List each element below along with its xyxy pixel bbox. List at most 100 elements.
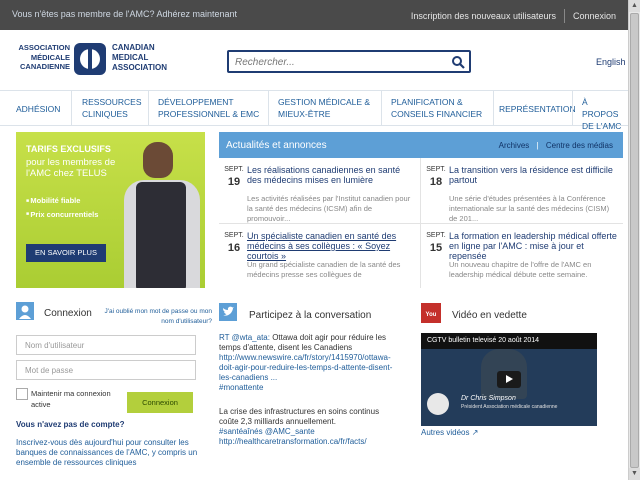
logo-line: ASSOCIATION [112,63,167,72]
nav-item-membership[interactable]: ADHÉSION [16,103,66,115]
more-videos-link[interactable]: Autres vidéos ↗ [421,428,478,437]
nav-item-advocacy[interactable]: REPRÉSENTATION [499,103,579,115]
login-title: Connexion [44,308,92,319]
nav-item-financial-planning[interactable]: PLANIFICATION & CONSEILS FINANCIER [391,96,491,120]
news-date: SEPT. 15 [426,232,446,254]
news-headline[interactable]: La transition vers la résidence est diff… [449,165,617,185]
join-link[interactable]: Vous n'êtes pas membre de l'AMC? Adhérez… [12,9,237,19]
password-placeholder: Mot de passe [25,366,74,375]
video-title: Vidéo en vedette [452,310,527,321]
remember-label: Maintenir ma connexion active [31,389,111,409]
logo-line: ASSOCIATION [18,43,70,52]
cma-logo[interactable]: ASSOCIATION MÉDICALE CANADIENNE CANADIAN… [16,43,186,77]
news-header: Actualités et annonces Archives | Centre… [219,132,623,158]
video-speaker: Dr Chris Simpson [461,395,516,402]
learn-more-button[interactable]: EN SAVOIR PLUS [26,244,106,262]
login-button[interactable]: Connexion [127,392,193,413]
scroll-down-arrow-icon[interactable]: ▼ [629,468,640,480]
logo-line: MEDICAL [112,53,149,62]
news-date: SEPT. 19 [224,166,244,188]
nav-divider [493,91,494,125]
logo-french-text: ASSOCIATION MÉDICALE CANADIENNE [16,43,70,72]
remember-checkbox[interactable] [16,388,28,400]
logo-line: CANADIAN [112,43,155,52]
nav-divider [148,91,149,125]
tweet-feed: RT @wta_ata: Ottawa doit agir pour rédui… [219,333,399,447]
featured-video-player[interactable]: CGTV bulletin televisé 20 août 2014 Dr C… [421,333,597,426]
search-icon[interactable] [451,55,465,69]
signup-link[interactable]: Inscrivez-vous dès aujourd'hui pour cons… [16,438,204,468]
scrollbar[interactable]: ▲ ▼ [628,0,640,480]
language-switch[interactable]: English [596,57,626,67]
nav-divider [381,91,382,125]
news-item[interactable]: SEPT. 16 Un spécialiste canadien en santé… [219,224,421,288]
news-headline[interactable]: La formation en leadership médical offer… [449,231,617,261]
divider: | [536,141,539,150]
cma-video-logo-icon [427,393,449,415]
twitter-title: Participez à la conversation [249,310,372,321]
nav-item-clinical-resources[interactable]: RESSOURCES CLINIQUES [82,96,144,120]
main-nav: ADHÉSION RESSOURCES CLINIQUES DÉVELOPPEM… [0,90,628,131]
tweet: La crise des infrastructures en soins co… [219,407,399,447]
username-placeholder: Nom d'utilisateur [25,341,85,350]
scroll-thumb[interactable] [630,13,639,468]
top-bar: Vous n'êtes pas membre de l'AMC? Adhérez… [0,0,628,30]
caduceus-logo-icon [74,43,106,75]
news-headline[interactable]: Les réalisations canadiennes en santé de… [247,165,415,185]
password-field[interactable]: Mot de passe [16,360,196,380]
forgot-password-link[interactable]: J'ai oublié mon mot de passe ou mon nom … [104,307,212,327]
search-input[interactable]: Rechercher... [227,50,471,73]
no-account-heading: Vous n'avez pas de compte? [16,420,125,429]
tweet-link[interactable]: http://www.newswire.ca/fr/story/1415970/… [219,353,392,382]
nav-item-practice-management[interactable]: GESTION MÉDICALE & MIEUX-ÊTRE [278,96,378,120]
tweet-text: La crise des infrastructures en soins co… [219,407,380,426]
news-summary: Un grand spécialiste canadien de la sant… [247,260,401,279]
promo-bullets: Mobilité fiable Prix concurrentiels [26,194,98,221]
news-item[interactable]: SEPT. 19 Les réalisations canadiennes en … [219,158,421,224]
new-users-link[interactable]: Inscription des nouveaux utilisateurs [403,11,564,21]
scroll-up-arrow-icon[interactable]: ▲ [629,0,640,12]
news-grid: SEPT. 19 Les réalisations canadiennes en … [219,158,623,288]
user-icon [16,302,34,320]
news-summary: Un nouveau chapitre de l'offre de l'AMC … [449,260,592,279]
news-headline[interactable]: Un spécialiste canadien en santé des méd… [247,231,415,261]
login-header: Connexion J'ai oublié mon mot de passe o… [16,300,212,325]
external-link-icon: ↗ [471,428,479,437]
youtube-icon[interactable]: You [421,303,441,323]
login-link[interactable]: Connexion [565,11,624,21]
more-videos-label: Autres vidéos [421,428,470,437]
video-speaker-role: Président Association médicale canadienn… [461,404,558,410]
news-summary: Les activités réalisées par l'Institut c… [247,194,411,223]
tweet-hashtag[interactable]: #monattente [219,383,399,393]
search-placeholder: Rechercher... [235,57,295,68]
news-title: Actualités et annonces [226,140,327,151]
logo-english-text: CANADIAN MEDICAL ASSOCIATION [112,43,167,73]
tweet: RT @wta_ata: Ottawa doit agir pour rédui… [219,333,399,393]
promo-title: TARIFS EXCLUSIFS [26,144,111,154]
twitter-bird-icon[interactable] [219,303,237,321]
logo-line: CANADIENNE [19,62,70,71]
news-item[interactable]: SEPT. 18 La transition vers la résidence … [421,158,623,224]
nav-item-about[interactable]: À PROPOS DE L'AMC [582,96,624,132]
news-date: SEPT. 16 [224,232,244,254]
promo-bullet: Prix concurrentiels [26,208,98,222]
username-field[interactable]: Nom d'utilisateur [16,335,196,355]
nav-divider [572,91,573,125]
logo-line: MÉDICALE [30,52,70,62]
archives-link[interactable]: Archives [499,141,530,150]
svg-text:You: You [426,312,437,318]
media-centre-link[interactable]: Centre des médias [546,141,613,150]
play-icon[interactable] [497,371,521,388]
tweet-hashtags[interactable]: #santéaînés @AMC_sante [219,427,399,437]
telus-promo-banner[interactable]: TARIFS EXCLUSIFS pour les membres de l'A… [16,132,205,288]
promo-bullet: Mobilité fiable [26,194,98,208]
tweet-handle[interactable]: RT @wta_ata: [219,333,270,342]
nav-divider [268,91,269,125]
news-item[interactable]: SEPT. 15 La formation en leadership médic… [421,224,623,288]
tweet-link[interactable]: http://healthcaretransformation.ca/fr/fa… [219,437,399,447]
nav-divider [71,91,72,125]
news-summary: Une série d'études présentées à la Confé… [449,194,610,223]
promo-person-image [116,142,205,288]
nav-item-professional-development[interactable]: DÉVELOPPEMENT PROFESSIONNEL & EMC [158,96,264,120]
video-title-bar: CGTV bulletin televisé 20 août 2014 [421,333,597,349]
